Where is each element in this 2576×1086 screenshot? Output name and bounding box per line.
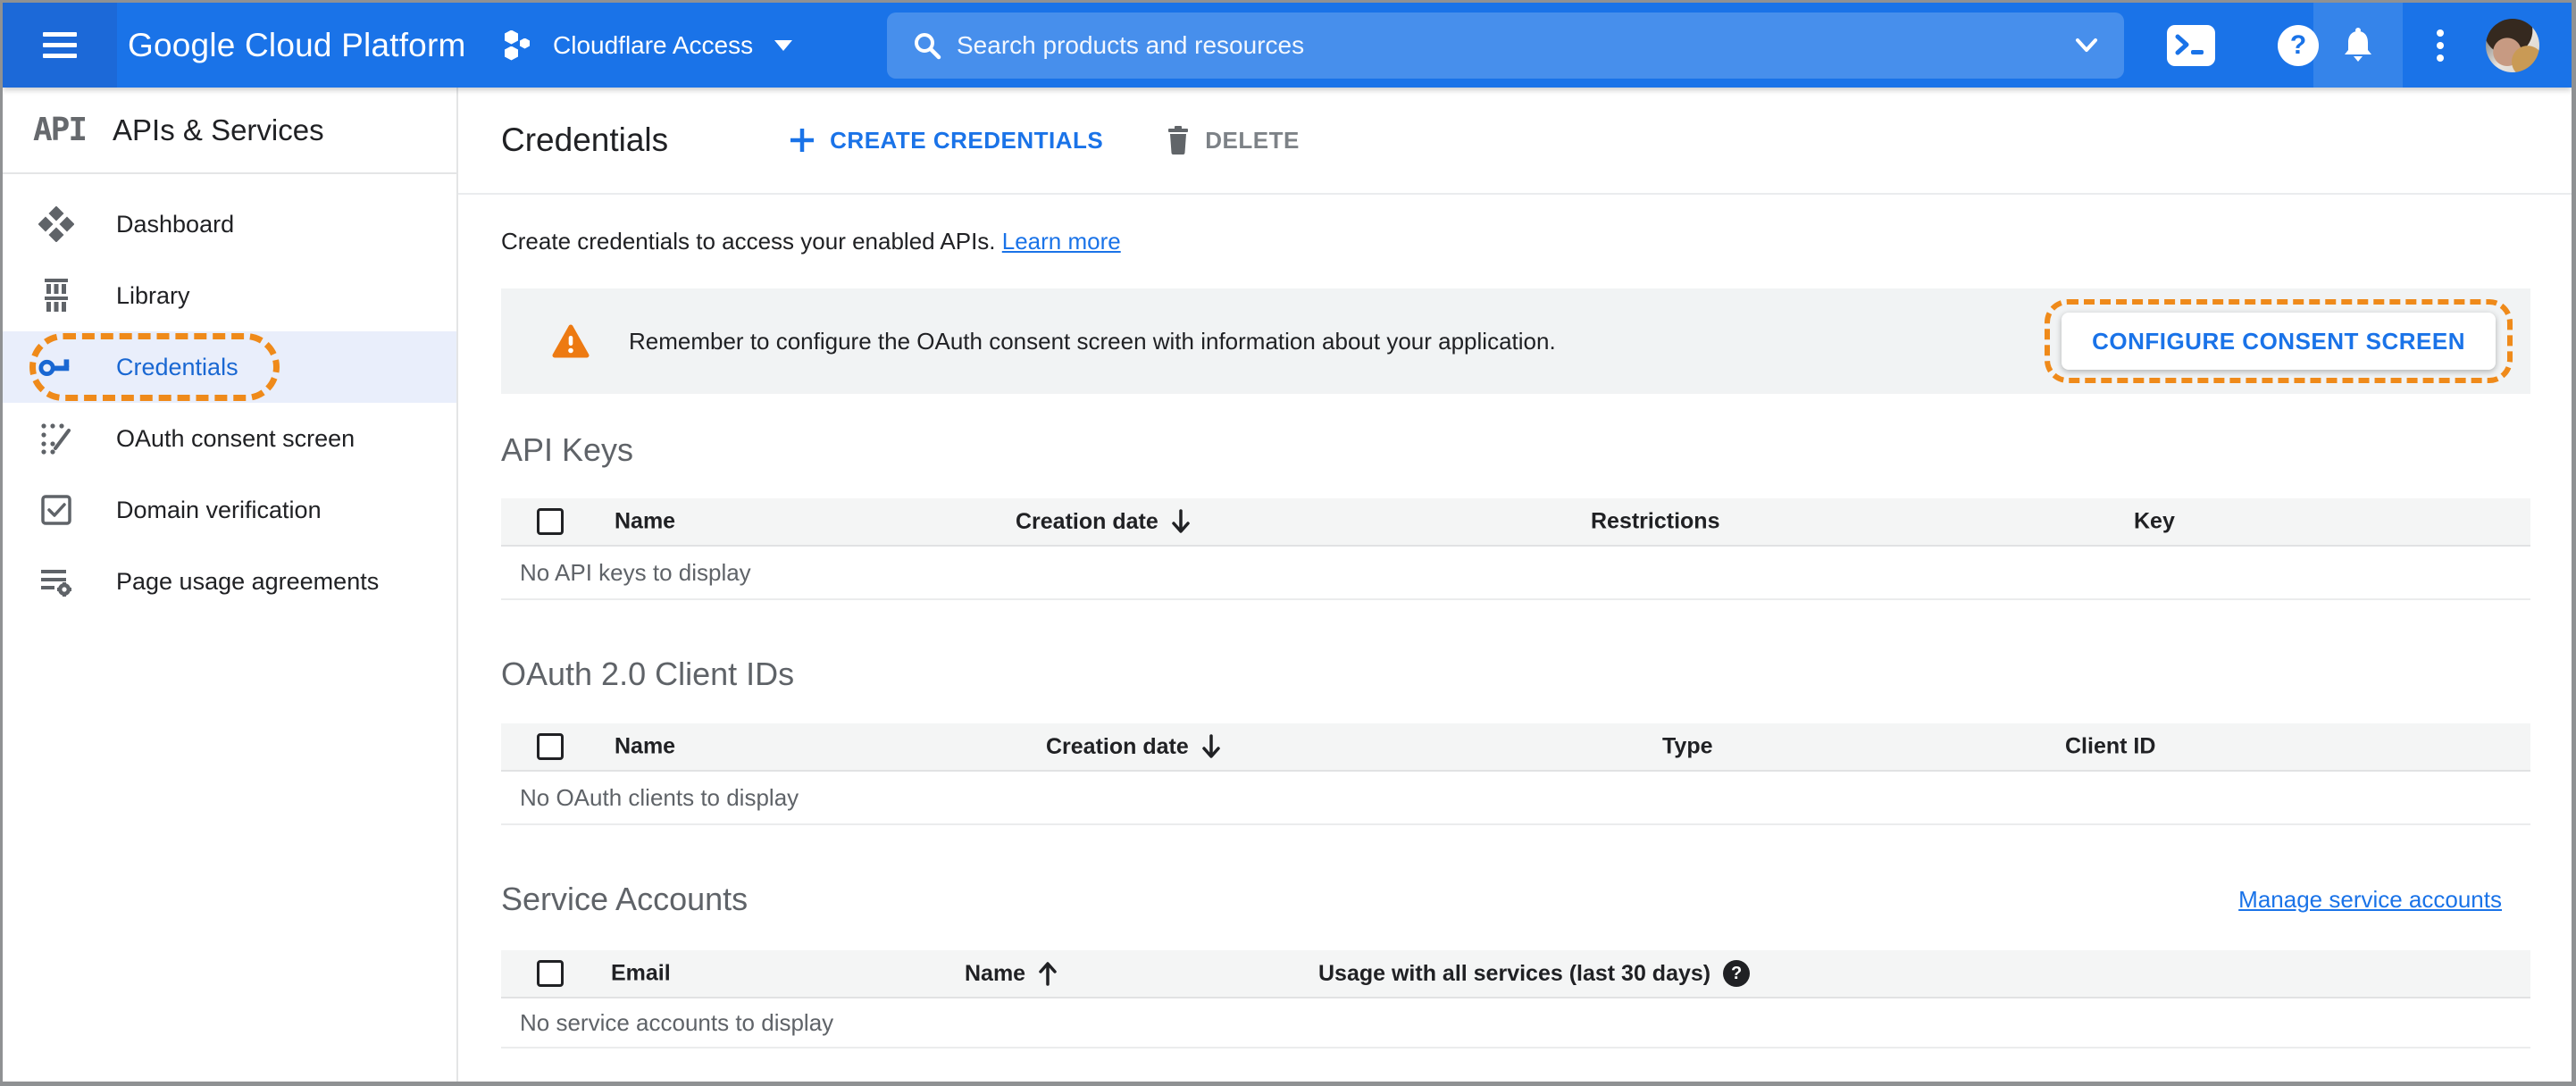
intro-text: Create credentials to access your enable… <box>501 228 1121 255</box>
cloud-shell-button[interactable] <box>2142 3 2240 88</box>
nav-menu-button[interactable] <box>3 3 117 88</box>
column-header-creation-date[interactable]: Creation date <box>1046 733 1223 760</box>
consent-annotation-outline: CONFIGURE CONSENT SCREEN <box>2045 299 2513 383</box>
service-accounts-table-header: Email Name Usage with all services (last… <box>501 950 2530 998</box>
usage-help-icon[interactable]: ? <box>1723 960 1751 987</box>
select-all-checkbox[interactable] <box>537 508 564 535</box>
sidebar-item-dashboard[interactable]: Dashboard <box>3 188 456 260</box>
sidebar-item-library[interactable]: Library <box>3 260 456 331</box>
sidebar-item-oauth-consent-screen[interactable]: OAuth consent screen <box>3 403 456 474</box>
project-icon <box>505 29 530 61</box>
sort-asc-icon <box>1039 962 1057 986</box>
dashboard-icon <box>38 206 74 242</box>
consent-screen-icon <box>38 421 74 456</box>
api-keys-title: API Keys <box>501 431 634 468</box>
checkbox-check-icon <box>38 492 74 528</box>
sidebar-item-page-usage-agreements[interactable]: Page usage agreements <box>3 546 456 617</box>
column-header-restrictions[interactable]: Restrictions <box>1591 509 1719 535</box>
api-logo: API <box>33 112 88 148</box>
oauth-clients-empty-row: No OAuth clients to display <box>501 772 2530 825</box>
oauth-clients-section: OAuth 2.0 Client IDs Name Creation date … <box>501 655 2530 825</box>
api-keys-section: API Keys Name Creation date Restrictions… <box>501 430 2530 600</box>
create-credentials-button[interactable]: CREATE CREDENTIALS <box>787 125 1103 155</box>
search-input[interactable] <box>957 31 2060 60</box>
sidebar: API APIs & Services Dashboard Library Cr… <box>3 88 458 1082</box>
consent-warning-banner: Remember to configure the OAuth consent … <box>501 288 2530 394</box>
sidebar-item-credentials[interactable]: Credentials <box>3 331 456 403</box>
project-name: Cloudflare Access <box>553 30 754 59</box>
configure-consent-screen-button[interactable]: CONFIGURE CONSENT SCREEN <box>2062 313 2496 370</box>
service-accounts-section: Service Accounts Manage service accounts… <box>501 880 2530 1048</box>
sidebar-item-domain-verification[interactable]: Domain verification <box>3 474 456 546</box>
sort-desc-icon <box>1172 509 1190 533</box>
trash-icon <box>1168 126 1189 155</box>
column-header-key[interactable]: Key <box>2134 509 2175 535</box>
search-bar[interactable] <box>887 13 2124 79</box>
api-keys-empty-row: No API keys to display <box>501 547 2530 600</box>
bell-icon <box>2345 27 2371 62</box>
account-avatar[interactable] <box>2486 19 2539 72</box>
sidebar-nav: Dashboard Library Credentials OAuth cons… <box>3 174 456 617</box>
column-header-client-id[interactable]: Client ID <box>2065 734 2155 760</box>
column-header-name[interactable]: Name <box>615 734 675 760</box>
main-content: Credentials CREATE CREDENTIALS DELETE Cr… <box>458 88 2572 1082</box>
banner-message: Remember to configure the OAuth consent … <box>629 327 1556 355</box>
sidebar-title: APIs & Services <box>113 113 324 146</box>
delete-button[interactable]: DELETE <box>1166 126 1300 155</box>
hamburger-icon <box>43 26 77 64</box>
page-header: Credentials CREATE CREDENTIALS DELETE <box>458 88 2572 195</box>
column-header-usage[interactable]: Usage with all services (last 30 days) ? <box>1318 960 1751 987</box>
more-options-button[interactable] <box>2414 3 2466 88</box>
oauth-clients-table-header: Name Creation date Type Client ID <box>501 723 2530 772</box>
sidebar-header: API APIs & Services <box>3 88 456 174</box>
list-gear-icon <box>38 564 74 599</box>
page-title: Credentials <box>501 121 669 158</box>
oauth-clients-title: OAuth 2.0 Client IDs <box>501 656 795 692</box>
warning-icon <box>552 324 590 358</box>
notifications-button[interactable] <box>2313 3 2403 88</box>
search-icon <box>915 33 941 60</box>
gcp-logo[interactable]: Google Cloud Platform <box>128 3 466 88</box>
select-all-checkbox[interactable] <box>537 733 564 760</box>
column-header-name[interactable]: Name <box>965 960 1059 987</box>
column-header-name[interactable]: Name <box>615 509 675 535</box>
project-caret-icon <box>774 39 793 51</box>
key-icon <box>38 349 74 385</box>
api-keys-table-header: Name Creation date Restrictions Key <box>501 498 2530 547</box>
library-icon <box>38 278 74 313</box>
column-header-email[interactable]: Email <box>611 961 671 987</box>
search-expand-chevron-icon[interactable] <box>2070 35 2103 56</box>
top-app-bar: Google Cloud Platform Cloudflare Access … <box>3 3 2572 88</box>
select-all-checkbox[interactable] <box>537 960 564 987</box>
cloud-shell-icon <box>2167 24 2215 66</box>
three-dots-icon <box>2437 24 2444 67</box>
column-header-type[interactable]: Type <box>1662 734 1713 760</box>
project-selector[interactable]: Cloudflare Access <box>505 3 793 88</box>
column-header-creation-date[interactable]: Creation date <box>1016 508 1192 535</box>
manage-service-accounts-link[interactable]: Manage service accounts <box>2238 886 2502 914</box>
service-accounts-title-row: Service Accounts Manage service accounts <box>501 880 2530 919</box>
plus-icon <box>790 129 815 152</box>
service-accounts-empty-row: No service accounts to display <box>501 998 2530 1048</box>
learn-more-link[interactable]: Learn more <box>1002 228 1121 255</box>
sort-desc-icon <box>1202 734 1220 758</box>
service-accounts-title: Service Accounts <box>501 881 749 917</box>
